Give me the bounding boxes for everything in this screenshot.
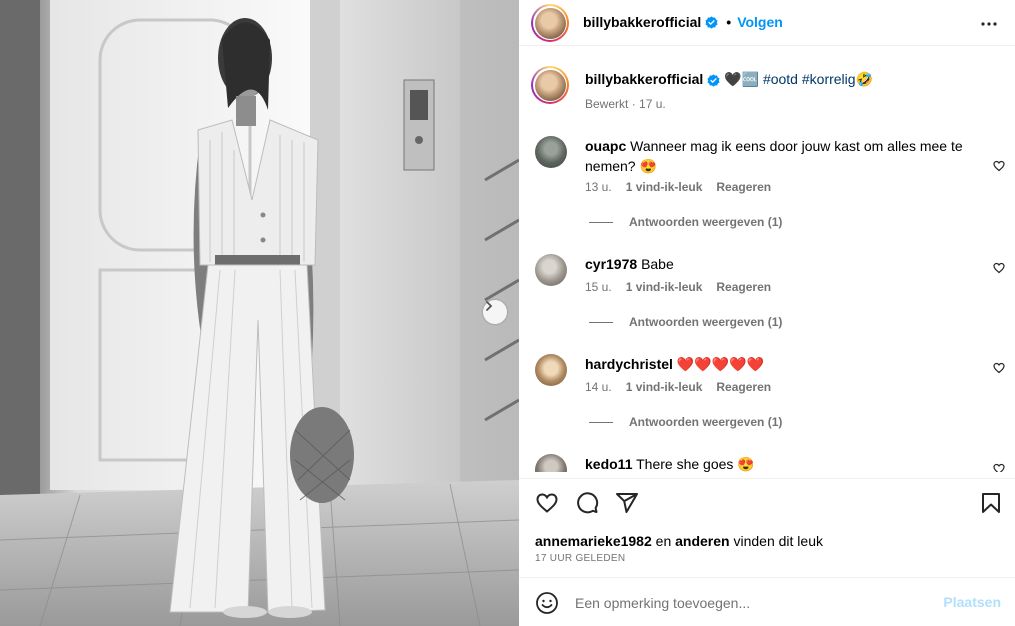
comment-input[interactable] [575,590,935,616]
commenter-avatar[interactable] [535,454,567,472]
comment-content: There she goes 😍 [636,456,755,472]
author-avatar[interactable] [531,4,569,42]
caption-text: billybakkerofficial 🖤🆒 #ootd #korrelig🤣 … [585,70,995,113]
comment-text: kedo11 There she goes 😍 [585,454,965,472]
reply-button[interactable]: Reageren [716,280,771,294]
comment-meta: 14 u. 1 vind-ik-leuk Reageren [585,380,771,394]
follow-button[interactable]: Volgen [737,14,783,30]
more-horizontal-icon[interactable] [977,12,1001,36]
commenter-avatar[interactable] [535,354,567,386]
view-replies-label: Antwoorden weergeven (1) [629,415,783,429]
photo-image [0,0,519,626]
emoji-smiley-icon[interactable] [535,591,559,615]
heart-icon[interactable] [993,362,1005,374]
comment-bubble-icon[interactable] [575,491,599,515]
post-comment-button[interactable]: Plaatsen [943,594,1001,610]
comment-text: cyr1978 Babe [585,254,965,274]
comment-likes[interactable]: 1 vind-ik-leuk [626,380,703,394]
author-info: billybakkerofficial • Volgen [583,14,783,30]
bookmark-icon[interactable] [979,491,1003,515]
commenter-username[interactable]: ouapc [585,138,626,154]
commenter-avatar[interactable] [535,136,567,168]
comment-meta: 13 u. 1 vind-ik-leuk Reageren [585,180,771,194]
caption-meta: Bewerkt · 17 u. [585,95,995,113]
heart-icon[interactable] [993,463,1005,472]
post-header: billybakkerofficial • Volgen [519,0,1015,46]
comment-content: Babe [641,256,674,272]
comment-content: Wanneer mag ik eens door jouw kast om al… [585,138,963,174]
likes-summary[interactable]: annemarieke1982 en anderen vinden dit le… [535,533,823,549]
comment-age[interactable]: 15 u. [585,280,612,294]
hashtag-link[interactable]: #ootd [763,71,798,87]
comment-age[interactable]: 14 u. [585,380,612,394]
liked-by-others[interactable]: anderen [675,533,729,549]
comments-list[interactable]: ouapc Wanneer mag ik eens door jouw kast… [519,120,1015,472]
comment-likes[interactable]: 1 vind-ik-leuk [626,180,703,194]
header-separator: • [726,14,732,30]
comment-age[interactable]: 13 u. [585,180,612,194]
view-replies-label: Antwoorden weergeven (1) [629,215,783,229]
comment-content: ❤️❤️❤️❤️❤️ [676,356,764,372]
hashtag-link[interactable]: #korrelig🤣 [802,71,873,87]
commenter-username[interactable]: hardychristel [585,356,673,372]
post-photo [0,0,519,626]
view-replies-button[interactable]: Antwoorden weergeven (1) [589,215,782,229]
commenter-avatar[interactable] [535,254,567,286]
post-actions: annemarieke1982 en anderen vinden dit le… [519,478,1015,626]
meta-separator: · [628,97,640,111]
comment-text: hardychristel ❤️❤️❤️❤️❤️ [585,354,965,374]
reply-button[interactable]: Reageren [716,380,771,394]
commenter-username[interactable]: cyr1978 [585,256,637,272]
view-replies-button[interactable]: Antwoorden weergeven (1) [589,315,782,329]
liked-by-username[interactable]: annemarieke1982 [535,533,652,549]
verified-badge-icon [705,15,718,29]
heart-icon[interactable] [993,160,1005,172]
comment-text: ouapc Wanneer mag ik eens door jouw kast… [585,136,965,176]
commenter-username[interactable]: kedo11 [585,456,632,472]
heart-icon[interactable] [535,491,559,515]
paper-plane-icon[interactable] [615,491,639,515]
caption-emoji: 🖤🆒 [724,71,760,87]
caption-avatar[interactable] [531,66,569,104]
add-comment-bar: Plaatsen [519,577,1015,626]
view-replies-button[interactable]: Antwoorden weergeven (1) [589,415,782,429]
post-details-panel: billybakkerofficial • Volgen billybakker… [519,0,1015,626]
view-replies-label: Antwoorden weergeven (1) [629,315,783,329]
reply-button[interactable]: Reageren [716,180,771,194]
edited-label: Bewerkt [585,97,629,111]
caption-age[interactable]: 17 u. [639,97,666,111]
next-photo-button[interactable] [483,300,507,324]
caption-username[interactable]: billybakkerofficial [585,71,703,87]
post-timestamp[interactable]: 17 UUR GELEDEN [535,553,625,564]
author-username[interactable]: billybakkerofficial [583,14,701,30]
comment-likes[interactable]: 1 vind-ik-leuk [626,280,703,294]
heart-icon[interactable] [993,262,1005,274]
liked-by-suffix: vinden dit leuk [729,533,823,549]
verified-badge-icon [707,74,720,87]
comment-meta: 15 u. 1 vind-ik-leuk Reageren [585,280,771,294]
liked-by-connector: en [651,533,676,549]
chevron-right-icon [486,301,493,311]
